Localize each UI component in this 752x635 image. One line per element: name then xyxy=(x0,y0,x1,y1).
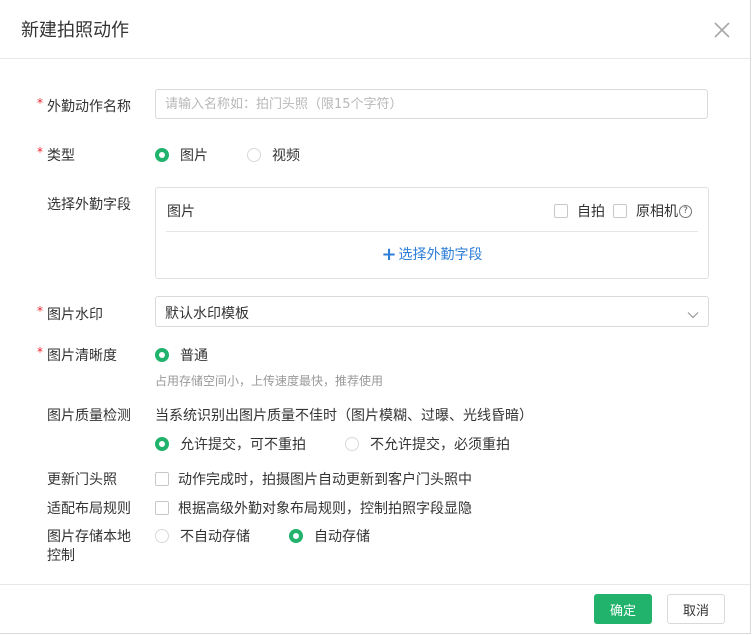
dialog-footer: 确定 取消 xyxy=(0,584,750,634)
local-storage-label-line2: 控制 xyxy=(47,548,75,564)
checkbox-icon xyxy=(155,501,169,515)
name-input[interactable] xyxy=(156,90,707,118)
type-label: 类型 xyxy=(47,148,75,164)
type-radio-image[interactable]: 图片 xyxy=(155,145,208,165)
confirm-button[interactable]: 确定 xyxy=(594,594,652,624)
checkbox-icon xyxy=(155,472,169,486)
watermark-label: 图片水印 xyxy=(47,307,103,323)
required-mark: * xyxy=(37,345,43,359)
clarity-option-label: 普通 xyxy=(180,348,208,364)
divider xyxy=(166,231,698,232)
quality-check-label: 图片质量检测 xyxy=(47,408,131,424)
required-mark: * xyxy=(37,145,43,159)
adapt-layout-checkbox[interactable]: 根据高级外勤对象布局规则，控制拍照字段显隐 xyxy=(155,498,472,518)
type-radio-video[interactable]: 视频 xyxy=(247,145,300,165)
name-input-wrapper xyxy=(155,89,708,119)
storage-option-label: 不自动存储 xyxy=(180,529,250,545)
radio-unchecked-icon xyxy=(155,529,169,543)
radio-checked-icon xyxy=(155,348,169,362)
watermark-select[interactable]: 默认水印模板 xyxy=(155,296,709,327)
required-mark: * xyxy=(37,304,43,318)
quality-option-label: 允许提交，可不重拍 xyxy=(180,437,306,453)
selfie-checkbox[interactable]: 自拍 xyxy=(554,201,605,221)
clarity-radio-normal[interactable]: 普通 xyxy=(155,345,208,365)
clarity-label: 图片清晰度 xyxy=(47,348,117,364)
type-option-label: 图片 xyxy=(180,148,208,164)
watermark-value: 默认水印模板 xyxy=(165,306,249,322)
quality-check-desc: 当系统识别出图片质量不佳时（图片模糊、过曝、光线昏暗） xyxy=(155,408,533,424)
field-item-title: 图片 xyxy=(167,204,195,220)
chevron-down-icon xyxy=(687,307,699,323)
update-storefront-label: 更新门头照 xyxy=(47,472,117,488)
radio-checked-icon xyxy=(155,437,169,451)
help-icon[interactable]: ? xyxy=(679,204,692,218)
checkbox-icon xyxy=(554,204,568,218)
new-photo-action-dialog: 新建拍照动作 * 外勤动作名称 * 类型 图片 视频 选择外勤字段 图片 自拍 … xyxy=(0,0,751,634)
add-field-label: 选择外勤字段 xyxy=(398,247,483,263)
adapt-layout-text: 根据高级外勤对象布局规则，控制拍照字段显隐 xyxy=(178,501,472,517)
quality-radio-allow[interactable]: 允许提交，可不重拍 xyxy=(155,434,306,454)
radio-checked-icon xyxy=(289,529,303,543)
type-option-label: 视频 xyxy=(272,148,300,164)
clarity-hint: 占用存储空间小，上传速度最快，推荐使用 xyxy=(155,374,384,388)
radio-unchecked-icon xyxy=(247,148,261,162)
quality-option-label: 不允许提交，必须重拍 xyxy=(370,437,510,453)
storage-radio-auto[interactable]: 自动存储 xyxy=(289,526,370,546)
update-storefront-text: 动作完成时，拍摄图片自动更新到客户门头照中 xyxy=(178,472,472,488)
original-camera-label: 原相机 xyxy=(636,204,678,220)
fields-panel: 图片 自拍 原相机 ? + 选择外勤字段 xyxy=(155,187,709,279)
close-icon[interactable] xyxy=(712,20,732,40)
storage-option-label: 自动存储 xyxy=(314,529,370,545)
local-storage-label: 图片存储本地 xyxy=(47,529,131,545)
checkbox-icon xyxy=(613,204,627,218)
selfie-label: 自拍 xyxy=(577,204,605,220)
update-storefront-checkbox[interactable]: 动作完成时，拍摄图片自动更新到客户门头照中 xyxy=(155,469,472,489)
dialog-header: 新建拍照动作 xyxy=(0,0,750,59)
name-label: 外勤动作名称 xyxy=(47,99,131,115)
original-camera-checkbox[interactable]: 原相机 ? xyxy=(613,201,692,221)
cancel-button[interactable]: 取消 xyxy=(667,594,725,624)
quality-radio-deny[interactable]: 不允许提交，必须重拍 xyxy=(345,434,510,454)
storage-radio-no-auto[interactable]: 不自动存储 xyxy=(155,526,250,546)
add-field-link[interactable]: + 选择外勤字段 xyxy=(156,244,708,265)
radio-unchecked-icon xyxy=(345,437,359,451)
fields-label: 选择外勤字段 xyxy=(47,197,131,213)
radio-checked-icon xyxy=(155,148,169,162)
adapt-layout-label: 适配布局规则 xyxy=(47,501,131,517)
dialog-title: 新建拍照动作 xyxy=(21,20,129,41)
required-mark: * xyxy=(37,96,43,110)
plus-icon: + xyxy=(381,244,397,265)
